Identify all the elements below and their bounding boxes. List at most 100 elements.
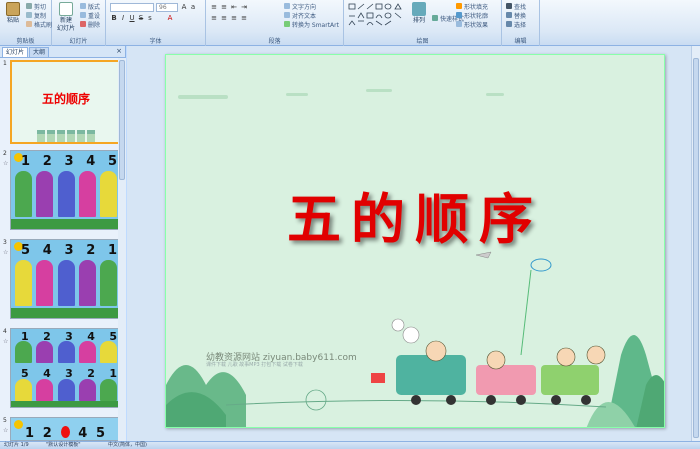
clipboard-group-label: 剪贴板	[16, 38, 35, 45]
font-name-combo[interactable]	[110, 3, 154, 12]
format-painter-label: 格式刷	[34, 21, 53, 29]
layout-icon	[80, 3, 86, 9]
thumbnail-row-3[interactable]: 3 ☆ 5 4 3 2 1	[0, 239, 126, 319]
font-size-combo[interactable]: 96	[156, 3, 178, 12]
drawing-group-label: 绘图	[416, 38, 429, 45]
new-slide-button[interactable]: 新建 幻灯片	[55, 2, 77, 32]
binoculars-icon	[506, 3, 512, 9]
paste-label: 粘贴	[6, 17, 19, 24]
digit: 4	[42, 243, 52, 258]
thumbnail-row-5[interactable]: 5 ☆ 1 2 4 5	[0, 417, 126, 441]
digit: 2	[86, 243, 96, 258]
thumbnail-title: 五的顺序	[41, 92, 90, 106]
arrange-button[interactable]: 排列	[408, 2, 430, 24]
paintbrush-icon	[26, 21, 32, 27]
sun-icon	[14, 420, 23, 429]
strikethrough-icon[interactable]: S	[137, 14, 145, 22]
thumbnail-scrollbar[interactable]	[118, 58, 126, 441]
house-shape	[57, 171, 75, 217]
house-shape	[78, 171, 96, 217]
digit: 4	[78, 426, 88, 441]
replace-button[interactable]: 替换	[506, 11, 526, 20]
thumbnail-row-2[interactable]: 2 ☆ 1 2 3 4 5	[0, 150, 126, 230]
shapes-gallery-icon[interactable]	[347, 2, 405, 28]
house-shape	[78, 341, 96, 363]
reset-button[interactable]: 重设	[80, 11, 100, 20]
slide-scrollbar-thumb[interactable]	[693, 58, 699, 438]
thumbnail-row-1[interactable]: 1 五的顺序	[0, 60, 126, 144]
thumbnail-scrollbar-thumb[interactable]	[119, 60, 125, 180]
house-shape	[15, 341, 32, 363]
watermark-subtext: 课件下载 儿歌 故事MP3 打包下载 试卷下载	[206, 362, 303, 368]
digit: 5	[107, 154, 117, 169]
text-direction-button[interactable]: 文字方向	[284, 2, 316, 11]
font-size-value: 96	[159, 4, 167, 11]
shadow-icon[interactable]: s	[146, 14, 154, 22]
language-indicator[interactable]: 中文(简体，中国)	[108, 442, 147, 449]
slide-title[interactable]: 五的顺序	[166, 175, 664, 254]
shape-effects-button[interactable]: 形状效果	[456, 20, 489, 29]
status-bar: 幻灯片 1/9 "默认设计模板" 中文(简体，中国)	[0, 441, 700, 449]
shape-effects-label: 形状效果	[464, 21, 489, 29]
new-slide-label-1: 新建	[59, 17, 72, 24]
thumbnail-number: 1	[3, 60, 7, 67]
digit: 2	[42, 426, 52, 441]
decrease-indent-icon[interactable]: ⇤	[230, 3, 238, 11]
font-group-label: 字体	[149, 38, 162, 45]
select-button[interactable]: 选择	[506, 20, 527, 29]
house-shape	[78, 379, 96, 401]
copy-button[interactable]: 复制	[26, 11, 46, 20]
slide-thumbnail-3[interactable]: 5 4 3 2 1	[10, 239, 122, 319]
digit: 2	[42, 154, 52, 169]
thumbnail-row-4[interactable]: 4 ☆ 1 2 3 4 5 5 4 3 2 1	[0, 328, 126, 408]
grow-font-icon[interactable]: A	[180, 3, 188, 11]
align-text-button[interactable]: 对齐文本	[284, 11, 316, 20]
smartart-button[interactable]: 转换为 SmartArt	[284, 20, 339, 29]
slide-scrollbar[interactable]	[691, 46, 700, 441]
delete-button[interactable]: 删除	[80, 20, 100, 29]
shape-fill-button[interactable]: 形状填充	[456, 2, 488, 11]
house-shape	[57, 341, 75, 363]
house-shape	[15, 260, 32, 306]
slide-thumbnail-1[interactable]: 五的顺序	[10, 60, 122, 144]
close-icon[interactable]: ×	[116, 47, 122, 55]
format-painter-button[interactable]: 格式刷	[26, 20, 53, 29]
bold-icon[interactable]: B	[110, 14, 118, 22]
paste-button[interactable]: 粘贴	[2, 2, 24, 24]
align-right-icon[interactable]: ≡	[230, 14, 238, 22]
slide-counter: 幻灯片 1/9	[4, 442, 29, 448]
bullets-icon[interactable]: ≡	[210, 3, 218, 11]
digit: 3	[64, 243, 74, 258]
shrink-font-icon[interactable]: a	[189, 3, 197, 11]
current-slide[interactable]: 五的顺序 幼教资源网站 ziyuan.baby611.com 课件下载 儿歌 故…	[165, 54, 665, 428]
slide-editor-area: 五的顺序 幼教资源网站 ziyuan.baby611.com 课件下载 儿歌 故…	[127, 46, 700, 441]
numbering-icon[interactable]: ≡	[220, 3, 228, 11]
italic-icon[interactable]: I	[119, 14, 127, 22]
font-group: 96 A a B I U S s A 字体	[106, 0, 206, 46]
find-button[interactable]: 查找	[506, 2, 527, 11]
replace-icon	[506, 12, 512, 18]
layout-button[interactable]: 版式	[80, 2, 100, 11]
slides-group-label: 幻灯片	[69, 38, 88, 45]
justify-icon[interactable]: ≡	[240, 14, 248, 22]
scissors-icon	[26, 3, 32, 9]
house-shape	[36, 379, 54, 401]
grass-strip	[11, 401, 121, 407]
find-label: 查找	[514, 3, 527, 11]
house-shape	[47, 130, 55, 142]
slide-thumbnail-5[interactable]: 1 2 4 5	[10, 417, 122, 441]
font-color-icon[interactable]: A	[166, 14, 174, 22]
slide-thumbnail-4[interactable]: 1 2 3 4 5 5 4 3 2 1	[10, 328, 122, 408]
shape-outline-button[interactable]: 形状轮廓	[456, 11, 488, 20]
cut-button[interactable]: 剪切	[26, 2, 46, 11]
house-shape	[100, 379, 117, 401]
increase-indent-icon[interactable]: ⇥	[240, 3, 248, 11]
paragraph-group: ≡ ≡ ⇤ ⇥ ≡ ≡ ≡ ≡ 文字方向 对齐文本 转换为 SmartArt 段…	[206, 0, 344, 46]
align-center-icon[interactable]: ≡	[220, 14, 228, 22]
slide-thumbnail-2[interactable]: 1 2 3 4 5	[10, 150, 122, 230]
select-label: 选择	[514, 21, 527, 29]
align-left-icon[interactable]: ≡	[210, 14, 218, 22]
underline-icon[interactable]: U	[128, 14, 136, 22]
tab-outline[interactable]: 大纲	[29, 47, 50, 57]
tab-slides[interactable]: 幻灯片	[2, 47, 29, 57]
